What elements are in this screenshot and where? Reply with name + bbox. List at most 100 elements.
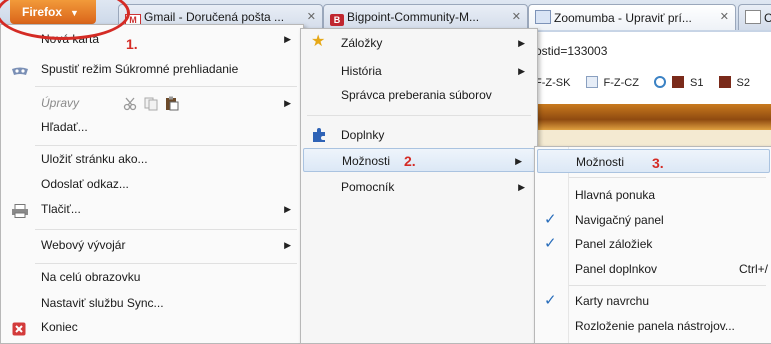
menu-item-private-browsing[interactable]: Spustiť režim Súkromné prehliadanie (1, 57, 303, 81)
menu-item-label: Uložiť stránku ako... (41, 152, 148, 166)
menu-item-label: Koniec (41, 320, 78, 334)
menu-item-label: História (341, 64, 382, 78)
checkmark-icon: ✓ (544, 235, 557, 252)
submenu-arrow-icon: ▶ (518, 182, 525, 192)
menu-item-downloads[interactable]: Správca preberania súborov (301, 83, 537, 107)
tab-label: Gmail - Doručená pošta ... (144, 10, 285, 24)
site-icon (672, 76, 685, 88)
options-submenu: Možnosti 3. Hlavná ponuka ✓ Navigačný pa… (534, 146, 771, 344)
menu-item-quit[interactable]: Koniec (1, 315, 303, 339)
menu-item-label: Tlačiť... (41, 202, 81, 216)
tab-label: C (764, 11, 771, 25)
reload-icon (654, 76, 667, 88)
shortcut-label: Ctrl+/ (738, 262, 768, 276)
menu-item-label: Karty navrchu (575, 294, 650, 308)
menu-item-addons[interactable]: Doplnky (301, 123, 537, 147)
printer-icon (11, 202, 29, 226)
menu-item-label: Panel doplnkov (575, 262, 658, 276)
tab-label: Bigpoint-Community-M... (347, 10, 480, 24)
submenu-item-customize[interactable]: Rozloženie panela nástrojov... (535, 314, 771, 338)
tab-bigpoint[interactable]: B Bigpoint-Community-M... ✕ (323, 4, 528, 30)
menu-item-label: Odoslať odkaz... (41, 177, 129, 191)
address-bar-fragment[interactable]: ostid=133003 (535, 44, 607, 58)
menu-separator (569, 177, 766, 178)
tab-zoomumba[interactable]: Zoomumba - Upraviť prí... ✕ (528, 4, 736, 30)
menu-item-print[interactable]: Tlačiť... ▶ (1, 197, 303, 221)
firefox-button-label: Firefox (22, 5, 63, 19)
menu-item-save-page[interactable]: Uložiť stránku ako... (1, 147, 303, 171)
page-icon (585, 76, 598, 88)
menu-item-label: Nastaviť službu Sync... (41, 296, 164, 310)
submenu-item-menu-bar[interactable]: Hlavná ponuka (535, 183, 771, 207)
menu-item-sync[interactable]: Nastaviť službu Sync... (1, 291, 303, 315)
site-icon (718, 76, 731, 88)
menu-item-label: Spustiť režim Súkromné prehliadanie (41, 62, 239, 76)
menu-item-label: Úpravy (41, 96, 80, 110)
submenu-item-tabs-on-top[interactable]: ✓ Karty navrchu (535, 289, 771, 313)
menu-separator (35, 145, 297, 146)
firefox-app-menu: Nová karta ▶ Spustiť režim Súkromné preh… (0, 24, 304, 344)
submenu-item-bookmarks-bar[interactable]: ✓ Panel záložiek (535, 232, 771, 256)
page-banner (535, 104, 771, 130)
menu-item-help[interactable]: Pomocník ▶ (301, 175, 537, 199)
submenu-arrow-icon: ▶ (284, 34, 291, 44)
bookmark-item[interactable]: S2 (718, 76, 756, 89)
menu-item-label: Panel záložiek (575, 237, 653, 251)
menu-item-label: Správca preberania súborov (341, 88, 492, 102)
submenu-arrow-icon: ▶ (284, 204, 291, 214)
menu-separator (569, 285, 766, 286)
checkmark-icon: ✓ (544, 211, 557, 228)
bookmark-item[interactable]: F-Z-SK (535, 77, 576, 89)
bookmark-item[interactable]: S1 (654, 76, 709, 89)
annotation-number-3: 3. (652, 155, 664, 171)
menu-separator (307, 115, 531, 116)
menu-item-web-developer[interactable]: Webový vývojár ▶ (1, 233, 303, 257)
close-tab-icon[interactable]: ✕ (720, 10, 729, 23)
firefox-menu-button[interactable]: Firefox ▼ (10, 0, 96, 24)
menu-item-new-tab[interactable]: Nová karta ▶ (1, 27, 303, 51)
submenu-item-options[interactable]: Možnosti 3. (537, 149, 770, 173)
menu-item-fullscreen[interactable]: Na celú obrazovku (1, 265, 303, 289)
menu-item-label: Pomocník (341, 180, 395, 194)
submenu-item-addon-bar[interactable]: Panel doplnkov Ctrl+/ (535, 257, 771, 281)
menu-item-label: Webový vývojár (41, 238, 126, 252)
menu-item-label: Navigačný panel (575, 213, 664, 227)
menu-item-find[interactable]: Hľadať... (1, 115, 303, 139)
close-tab-icon[interactable]: ✕ (512, 10, 521, 23)
menu-item-label: Doplnky (341, 128, 385, 142)
menu-item-history[interactable]: História ▶ (301, 59, 537, 83)
submenu-arrow-icon: ▶ (518, 66, 525, 76)
firefox-app-menu-right-column: ★ Záložky ▶ História ▶ Správca preberani… (300, 28, 538, 344)
quit-icon (12, 320, 26, 344)
tab-label: Zoomumba - Upraviť prí... (554, 11, 692, 25)
page-icon (745, 10, 761, 24)
dropdown-arrow-icon: ▼ (70, 8, 79, 18)
submenu-arrow-icon: ▶ (284, 98, 291, 108)
menu-item-label: Záložky (341, 36, 383, 50)
menu-item-label: Hľadať... (41, 120, 88, 134)
menu-item-label: Rozloženie panela nástrojov... (575, 319, 735, 333)
close-tab-icon[interactable]: ✕ (307, 10, 316, 23)
menu-item-label: Hlavná ponuka (575, 188, 656, 202)
menu-item-label: Možnosti (576, 155, 625, 169)
menu-separator (35, 229, 297, 230)
bookmark-item[interactable]: F-Z-CZ (585, 76, 645, 89)
bookmarks-toolbar-fragment: F-Z-SK F-Z-CZ S1 S2 (535, 76, 762, 89)
menu-item-bookmarks[interactable]: ★ Záložky ▶ (301, 31, 537, 55)
page-icon (535, 10, 551, 24)
menu-item-label: Na celú obrazovku (41, 270, 141, 284)
menu-item-label: Nová karta (41, 32, 100, 46)
menu-item-label: Možnosti (342, 154, 391, 168)
tab-other[interactable]: C (738, 4, 771, 30)
menu-item-send-link[interactable]: Odoslať odkaz... (1, 172, 303, 196)
menu-item-options[interactable]: Možnosti 2. ▶ (303, 148, 535, 172)
menu-separator (35, 263, 297, 264)
checkmark-icon: ✓ (544, 292, 557, 309)
submenu-arrow-icon: ▶ (515, 156, 522, 166)
submenu-arrow-icon: ▶ (518, 38, 525, 48)
mask-icon (11, 62, 29, 86)
menu-separator (35, 86, 297, 87)
submenu-item-navigation-bar[interactable]: ✓ Navigačný panel (535, 208, 771, 232)
annotation-number-1: 1. (126, 36, 138, 52)
menu-item-edit[interactable]: Úpravy ▶ (1, 91, 303, 115)
